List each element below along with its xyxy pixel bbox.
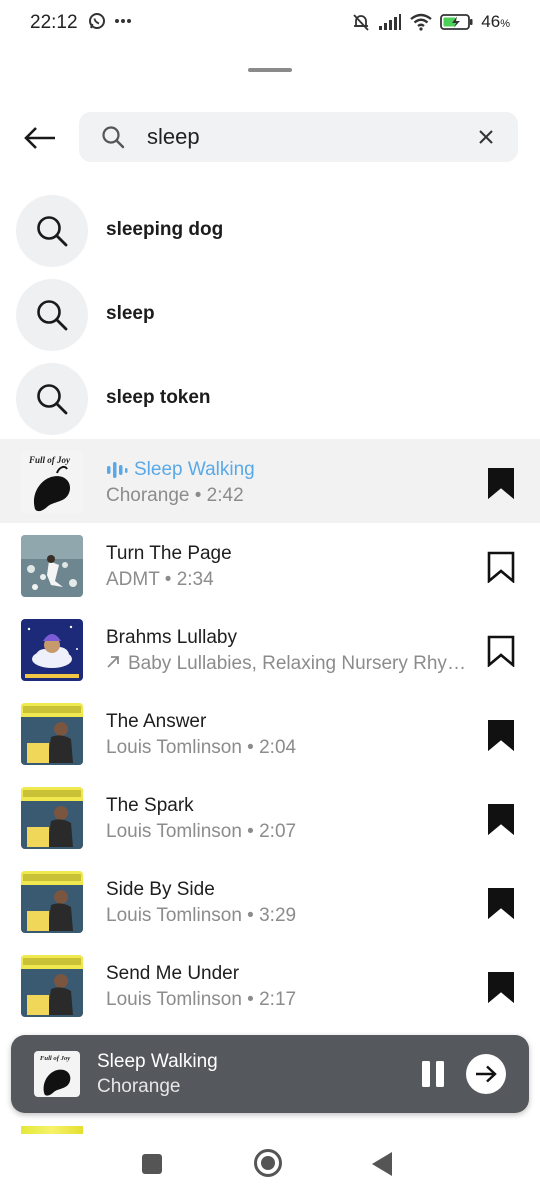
bookmark-filled-icon[interactable] [486,467,516,499]
whatsapp-icon [89,13,105,29]
suggestion-icon-circle [16,195,88,267]
bookmark-outline-icon[interactable] [486,551,516,583]
svg-text:Full of Joy: Full of Joy [40,1055,70,1062]
back-button[interactable] [18,118,62,158]
mini-player[interactable]: Full of Joy Sleep Walking Chorange [11,1035,529,1113]
arrow-left-icon [24,127,55,149]
album-art [21,619,83,681]
track-subtitle: Louis Tomlinson • 3:29 [106,905,297,926]
track-title: Send Me Under [106,963,240,984]
mini-player-artist: Chorange [97,1076,181,1097]
track-subtitle: Louis Tomlinson • 2:07 [106,821,297,842]
suggestion-label: sleep token [106,387,211,408]
bookmark-filled-icon[interactable] [486,971,516,1003]
track-row[interactable]: Send Me Under Louis Tomlinson • 2:17 [0,943,540,1027]
track-title: The Answer [106,711,207,732]
track-title: Side By Side [106,879,215,900]
album-art [21,535,83,597]
suggestion-icon-circle [16,279,88,351]
track-title: Turn The Page [106,543,232,564]
bell-muted-icon [353,14,369,31]
svg-text:Full of Joy: Full of Joy [28,455,71,465]
suggestion-label: sleep [106,303,155,324]
search-input[interactable] [147,122,447,152]
home-icon[interactable] [254,1149,282,1177]
bookmark-filled-icon[interactable] [486,887,516,919]
album-art [21,703,83,765]
sheet-drag-handle[interactable] [248,68,292,72]
mini-player-album-art: Full of Joy [34,1051,80,1097]
search-row [0,112,540,164]
track-row[interactable]: Full of Joy Sleep Walking Chorange • 2:4… [0,439,540,523]
status-system-icons: 46% [351,12,510,32]
search-icon [102,126,125,149]
track-row[interactable]: The Spark Louis Tomlinson • 2:07 [0,775,540,859]
search-box[interactable] [79,112,518,162]
album-art [21,871,83,933]
suggestion-icon-circle [16,363,88,435]
mini-player-title: Sleep Walking [97,1051,218,1072]
trending-arrow-icon [107,656,119,668]
status-notification-icons [88,12,132,30]
wifi-icon [410,13,433,31]
track-subtitle: Louis Tomlinson • 2:17 [106,989,297,1010]
clear-search-button[interactable] [474,125,498,149]
track-row[interactable]: Side By Side Louis Tomlinson • 3:29 [0,859,540,943]
back-triangle-icon[interactable] [372,1152,392,1176]
pause-icon[interactable] [419,1058,449,1090]
album-art [21,955,83,1017]
search-icon [37,384,68,415]
status-time: 22:12 [30,12,78,33]
bookmark-filled-icon[interactable] [486,803,516,835]
open-player-button[interactable] [466,1054,506,1094]
track-row[interactable]: The Answer Louis Tomlinson • 2:04 [0,691,540,775]
search-icon [37,216,68,247]
bookmark-outline-icon[interactable] [486,635,516,667]
track-subtitle: Baby Lullabies, Relaxing Nursery Rhymes [106,653,466,675]
track-row[interactable]: Brahms Lullaby Baby Lullabies, Relaxing … [0,607,540,691]
close-icon [479,130,493,144]
track-title: The Spark [106,795,194,816]
album-art: Full of Joy [21,451,83,513]
track-row[interactable]: Turn The Page ADMT • 2:34 [0,523,540,607]
suggestion-item[interactable]: sleep [0,271,540,355]
battery-percent: 46% [481,12,510,31]
album-art-peek [21,1126,83,1134]
search-icon [37,300,68,331]
more-dots-icon [115,19,131,23]
signal-icon [379,14,402,30]
system-nav-bar [0,1136,540,1199]
bookmark-filled-icon[interactable] [486,719,516,751]
suggestion-item[interactable]: sleep token [0,355,540,439]
album-art [21,787,83,849]
arrow-right-icon [476,1065,497,1083]
status-bar: 22:12 46% [0,0,540,48]
now-playing-equalizer-icon [107,462,128,478]
suggestion-item[interactable]: sleeping dog [0,187,540,271]
suggestion-label: sleeping dog [106,219,224,240]
track-subtitle: Chorange • 2:42 [106,485,244,506]
track-subtitle: ADMT • 2:34 [106,569,214,590]
recent-apps-icon[interactable] [142,1154,162,1174]
battery-charging-icon [440,14,473,30]
track-title: Sleep Walking [134,459,255,480]
track-subtitle: Louis Tomlinson • 2:04 [106,737,297,758]
track-title: Brahms Lullaby [106,627,237,648]
